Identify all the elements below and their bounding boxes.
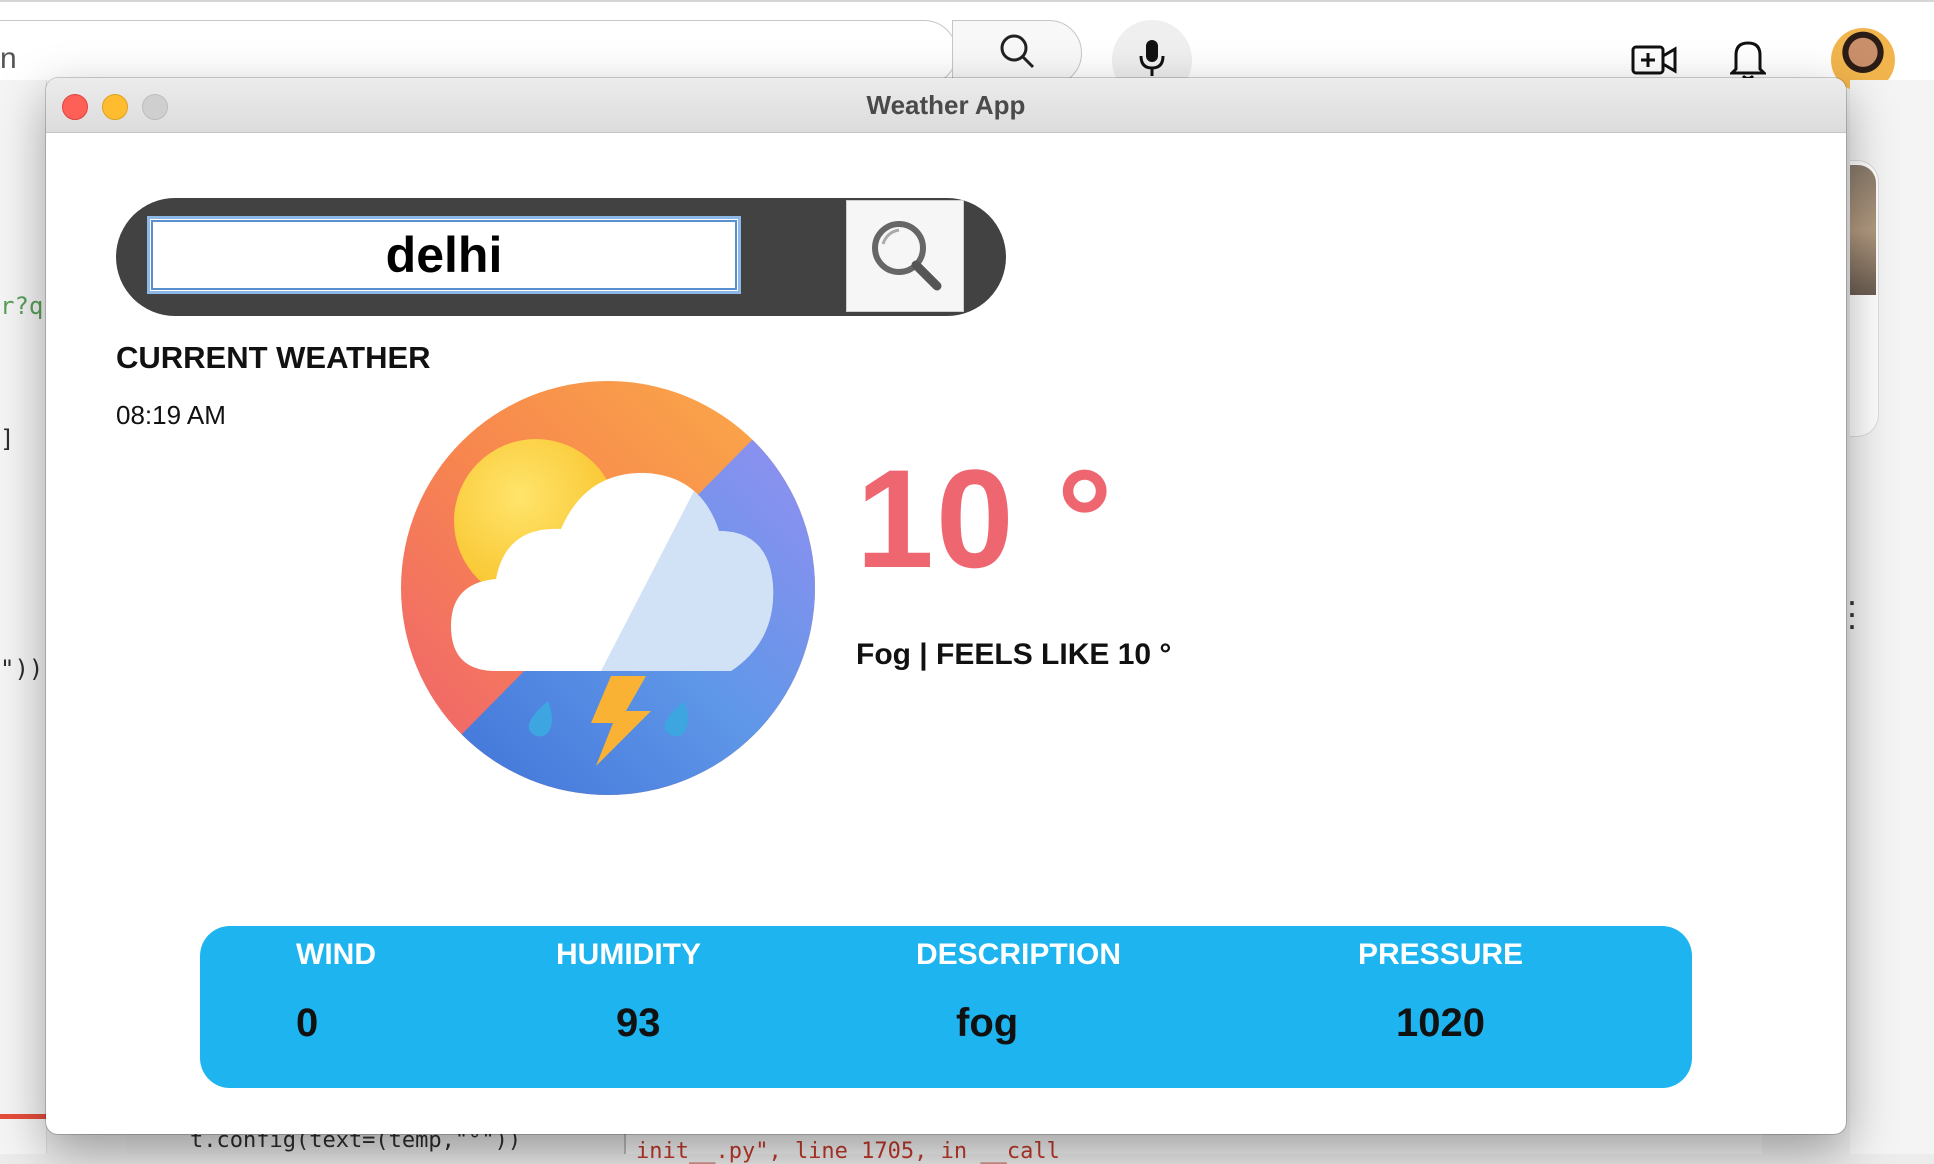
wind-label: WIND (296, 938, 376, 971)
search-button[interactable] (846, 200, 964, 312)
city-search-input[interactable] (147, 216, 741, 294)
description-label: DESCRIPTION (916, 938, 1122, 971)
microphone-icon (1137, 38, 1167, 83)
editor-marker (0, 1114, 46, 1119)
code-fragment: r?q (0, 292, 44, 320)
search-icon (997, 31, 1037, 76)
wind-value: 0 (296, 1001, 319, 1045)
browser-toolbar: n (0, 0, 1934, 100)
description-value: fog (956, 1001, 1019, 1045)
code-fragment: ] (0, 425, 15, 453)
weather-app-window: Weather App CURRENT WEATHER 08:19 AM (46, 78, 1846, 1134)
close-window-button[interactable] (62, 94, 88, 120)
create-video-icon[interactable] (1630, 40, 1678, 80)
current-weather-label: CURRENT WEATHER (116, 340, 431, 375)
more-options-icon[interactable]: · · · (1846, 583, 1858, 643)
code-fragment: ")) (0, 655, 44, 683)
browser-search-text: n (0, 42, 17, 75)
temperature-value: 10 ° (856, 440, 1115, 597)
title-bar[interactable]: Weather App (46, 78, 1846, 133)
humidity-label: HUMIDITY (556, 938, 701, 971)
humidity-value: 93 (616, 1001, 661, 1045)
minimize-window-button[interactable] (102, 94, 128, 120)
storm-cloud-sun-icon (401, 381, 815, 795)
browser-search-box[interactable] (0, 20, 957, 86)
pressure-label: PRESSURE (1358, 938, 1524, 971)
weather-info-panel: WIND 0 HUMIDITY 93 DESCRIPTION fog PRESS… (200, 926, 1692, 1088)
current-time: 08:19 AM (116, 400, 226, 430)
pressure-value: 1020 (1396, 1001, 1485, 1045)
maximize-window-button[interactable] (142, 94, 168, 120)
window-title: Weather App (866, 90, 1026, 120)
editor-left-edge (0, 80, 47, 1154)
browser-search-button[interactable] (952, 20, 1082, 86)
magnifier-icon (865, 214, 945, 299)
console-line: init__.py", line 1705, in __call (636, 1139, 1060, 1164)
feels-like-text: Fog | FEELS LIKE 10 ° (856, 638, 1172, 671)
bell-icon[interactable] (1728, 36, 1768, 82)
video-thumbnail[interactable] (1850, 165, 1876, 295)
